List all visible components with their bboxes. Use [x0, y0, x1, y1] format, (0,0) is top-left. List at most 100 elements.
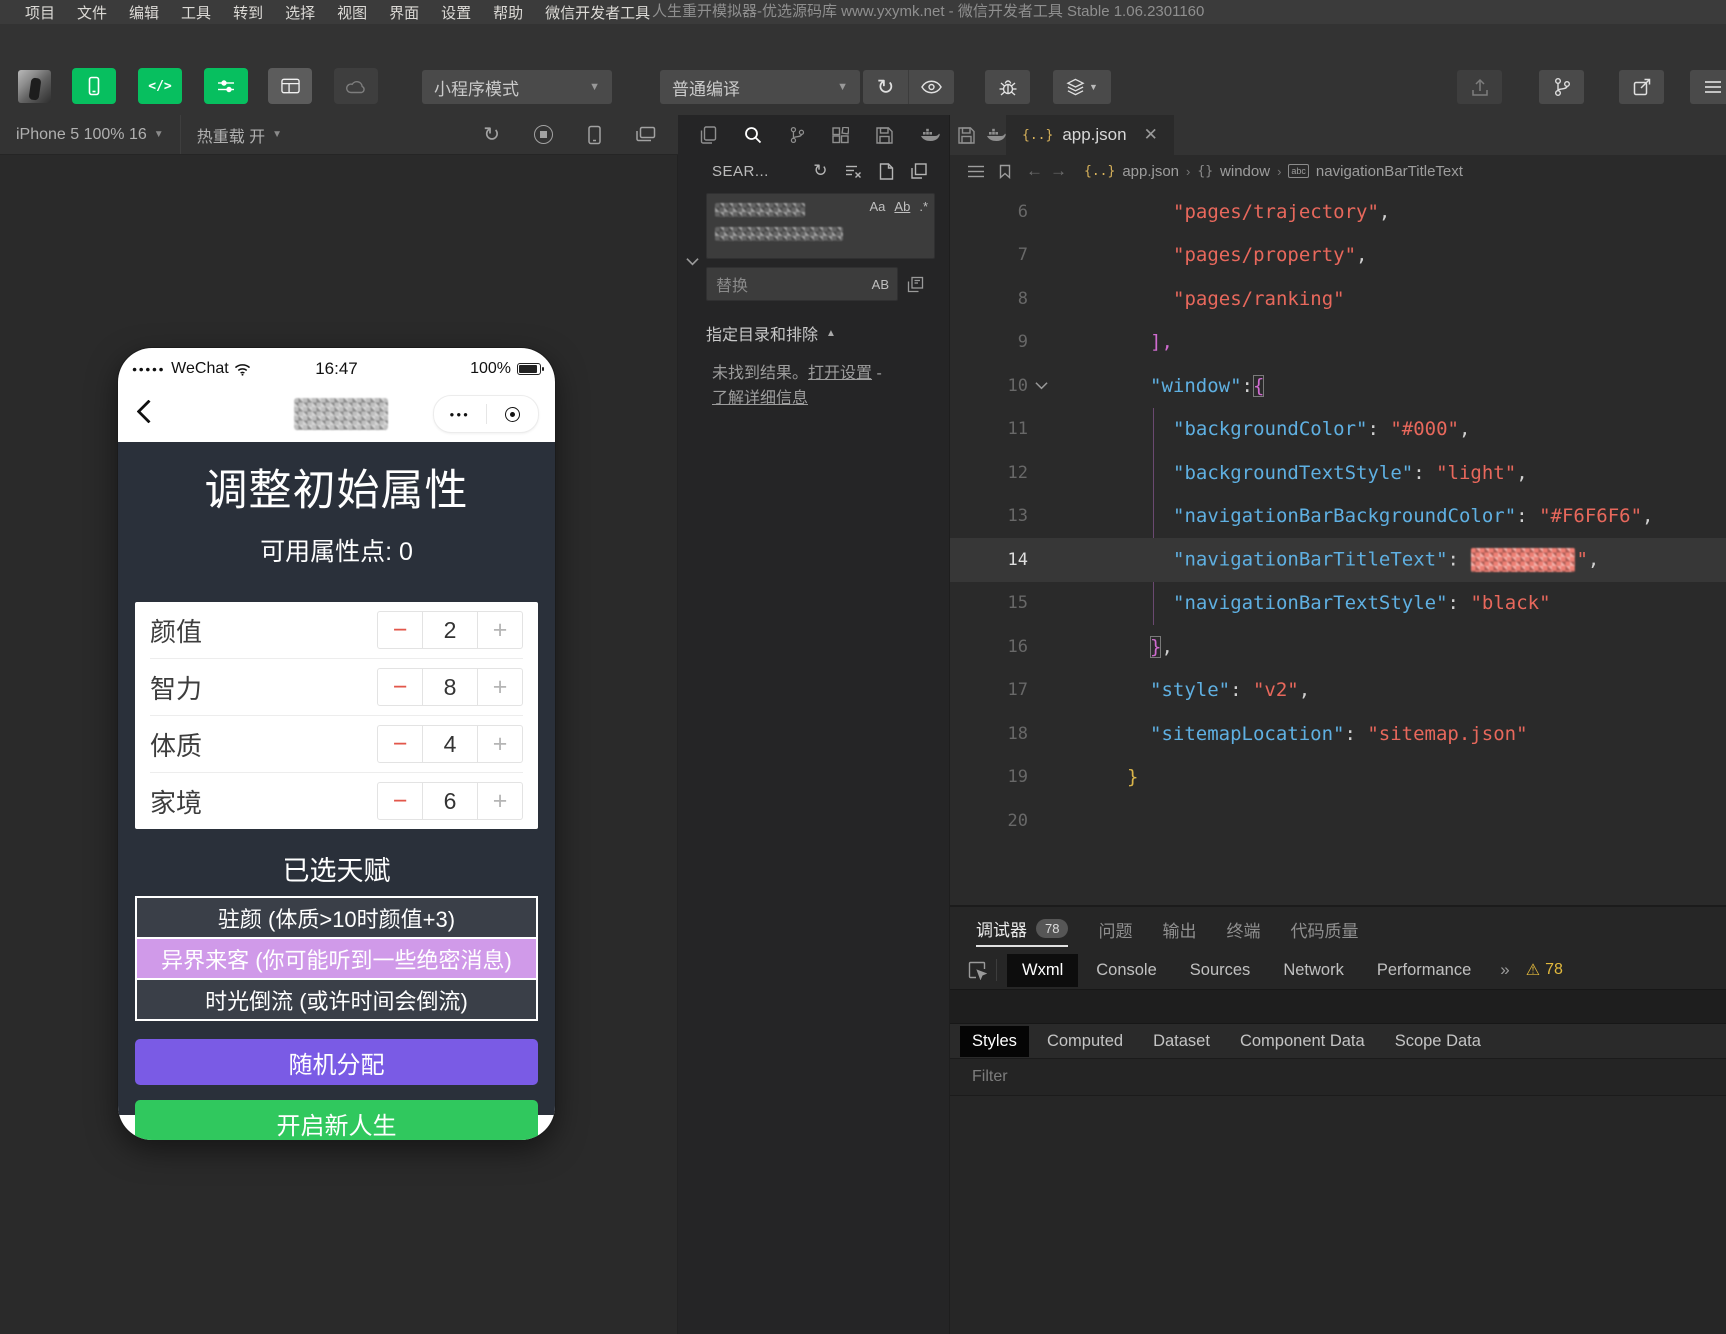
- minus-button[interactable]: −: [377, 725, 423, 763]
- plus-button[interactable]: +: [477, 668, 523, 706]
- code-line[interactable]: 18"sitemapLocation": "sitemap.json": [950, 712, 1726, 756]
- debug-tab-代码质量[interactable]: 代码质量: [1290, 913, 1358, 946]
- code-line[interactable]: 9],: [950, 321, 1726, 365]
- menu-item-0[interactable]: 项目: [14, 2, 66, 23]
- menu-item-5[interactable]: 选择: [274, 2, 326, 23]
- exit-button[interactable]: [487, 407, 539, 422]
- menu-item-2[interactable]: 编辑: [118, 2, 170, 23]
- talent-item[interactable]: 驻颜 (体质>10时颜值+3): [137, 898, 536, 939]
- plus-button[interactable]: +: [477, 782, 523, 820]
- minus-button[interactable]: −: [377, 611, 423, 649]
- open-settings-link[interactable]: 打开设置: [808, 365, 872, 382]
- breadcrumb-window[interactable]: window: [1220, 163, 1270, 180]
- menu-item-3[interactable]: 工具: [170, 2, 222, 23]
- learn-more-link[interactable]: 了解详细信息: [712, 390, 808, 407]
- open-editor-icon[interactable]: [879, 163, 894, 180]
- more-tabs-button[interactable]: »: [1500, 960, 1509, 980]
- menu-item-6[interactable]: 视图: [326, 2, 378, 23]
- styles-tab-dataset[interactable]: Dataset: [1141, 1026, 1222, 1057]
- devtools-tab-performance[interactable]: Performance: [1362, 954, 1486, 987]
- device-debug-button[interactable]: [985, 70, 1030, 104]
- test-account-button[interactable]: [1619, 70, 1664, 104]
- match-case-toggle[interactable]: Aa: [870, 199, 886, 214]
- hot-reload-toggle[interactable]: 热重载 开▼: [181, 115, 298, 154]
- tab-app-json[interactable]: {..} app.json ✕: [1006, 115, 1174, 155]
- clear-cache-button[interactable]: ▼: [1053, 70, 1111, 104]
- devtools-tab-console[interactable]: Console: [1081, 954, 1172, 987]
- code-line[interactable]: 17"style": "v2",: [950, 669, 1726, 713]
- back-icon[interactable]: [136, 399, 160, 423]
- menu-item-7[interactable]: 界面: [378, 2, 430, 23]
- code-area[interactable]: 6"pages/trajectory",7"pages/property",8"…: [950, 187, 1726, 843]
- whole-word-toggle[interactable]: Ab: [894, 199, 910, 214]
- restart-button[interactable]: ↻: [483, 122, 500, 147]
- code-line[interactable]: 8"pages/ranking": [950, 277, 1726, 321]
- styles-tab-scope-data[interactable]: Scope Data: [1383, 1026, 1493, 1057]
- files-icon[interactable]: [700, 126, 717, 144]
- styles-tab-styles[interactable]: Styles: [960, 1026, 1029, 1057]
- version-control-button[interactable]: [1539, 70, 1584, 104]
- code-line[interactable]: 15"navigationBarTextStyle": "black": [950, 582, 1726, 626]
- inspect-element-icon[interactable]: [962, 961, 992, 980]
- stop-button[interactable]: [534, 125, 553, 144]
- replace-input[interactable]: 替换 AB: [706, 267, 898, 301]
- debug-tab-问题[interactable]: 问题: [1098, 913, 1132, 946]
- upload-button[interactable]: [1457, 70, 1502, 104]
- code-line[interactable]: 19}: [950, 756, 1726, 800]
- save-icon[interactable]: [876, 127, 893, 144]
- menu-item-10[interactable]: 微信开发者工具: [534, 2, 661, 23]
- warning-badge[interactable]: ⚠ 78: [1526, 960, 1563, 980]
- talent-item[interactable]: 异界来客 (你可能听到一些绝密消息): [137, 939, 536, 980]
- talent-item[interactable]: 时光倒流 (或许时间会倒流): [137, 980, 536, 1019]
- nav-forward-icon[interactable]: →: [1050, 161, 1067, 181]
- styles-tab-computed[interactable]: Computed: [1035, 1026, 1135, 1057]
- user-avatar[interactable]: [18, 70, 51, 103]
- debug-tab-终端[interactable]: 终端: [1226, 913, 1260, 946]
- minus-button[interactable]: −: [377, 782, 423, 820]
- docker-icon[interactable]: [920, 127, 940, 143]
- code-line[interactable]: 10"window":{: [950, 364, 1726, 408]
- device-frame-button[interactable]: [587, 125, 602, 145]
- menu-item-8[interactable]: 设置: [430, 2, 482, 23]
- plus-button[interactable]: +: [477, 611, 523, 649]
- code-line[interactable]: 14"navigationBarTitleText": ",: [950, 538, 1726, 582]
- code-line[interactable]: 16},: [950, 625, 1726, 669]
- styles-tab-component-data[interactable]: Component Data: [1228, 1026, 1377, 1057]
- start-life-button[interactable]: 开启新人生: [135, 1100, 538, 1140]
- multi-window-button[interactable]: [636, 126, 656, 143]
- preserve-case-toggle[interactable]: AB: [872, 277, 897, 292]
- more-button[interactable]: ●●●: [434, 410, 486, 419]
- preview-button[interactable]: [909, 70, 954, 104]
- replace-all-icon[interactable]: [907, 276, 924, 293]
- refresh-search-icon[interactable]: ↻: [813, 161, 828, 181]
- menu-item-9[interactable]: 帮助: [482, 2, 534, 23]
- wxml-tree-area[interactable]: [950, 989, 1726, 1024]
- menu-item-1[interactable]: 文件: [66, 2, 118, 23]
- code-line[interactable]: 12"backgroundTextStyle": "light",: [950, 451, 1726, 495]
- code-line[interactable]: 20: [950, 799, 1726, 843]
- code-line[interactable]: 7"pages/property",: [950, 234, 1726, 278]
- details-button[interactable]: [1690, 70, 1726, 104]
- styles-filter-input[interactable]: Filter: [950, 1058, 1726, 1096]
- outline-icon[interactable]: [968, 165, 984, 178]
- save-all-icon[interactable]: [958, 115, 975, 155]
- docker-whale-icon[interactable]: [986, 115, 1006, 155]
- clear-results-icon[interactable]: [845, 164, 862, 179]
- device-select[interactable]: iPhone 5 100% 16▼: [0, 115, 181, 154]
- regex-toggle[interactable]: .*: [919, 199, 928, 214]
- breadcrumb-prop[interactable]: navigationBarTitleText: [1316, 163, 1463, 180]
- minus-button[interactable]: −: [377, 668, 423, 706]
- code-line[interactable]: 13"navigationBarBackgroundColor": "#F6F6…: [950, 495, 1726, 539]
- code-line[interactable]: 11"backgroundColor": "#000",: [950, 408, 1726, 452]
- devtools-tab-sources[interactable]: Sources: [1175, 954, 1266, 987]
- editor-panel[interactable]: {..} app.json ✕ ← → {..} app.json › {} w…: [950, 115, 1726, 905]
- devtools-tab-network[interactable]: Network: [1268, 954, 1359, 987]
- close-tab-icon[interactable]: ✕: [1144, 125, 1158, 145]
- debug-tab-输出[interactable]: 输出: [1162, 913, 1196, 946]
- compile-mode-select[interactable]: 普通编译 ▼: [660, 70, 860, 104]
- menu-item-4[interactable]: 转到: [222, 2, 274, 23]
- compile-button[interactable]: ↻: [863, 70, 908, 104]
- breadcrumb-file[interactable]: app.json: [1122, 163, 1179, 180]
- mode-select[interactable]: 小程序模式 ▼: [422, 70, 612, 104]
- nav-back-icon[interactable]: ←: [1026, 161, 1043, 181]
